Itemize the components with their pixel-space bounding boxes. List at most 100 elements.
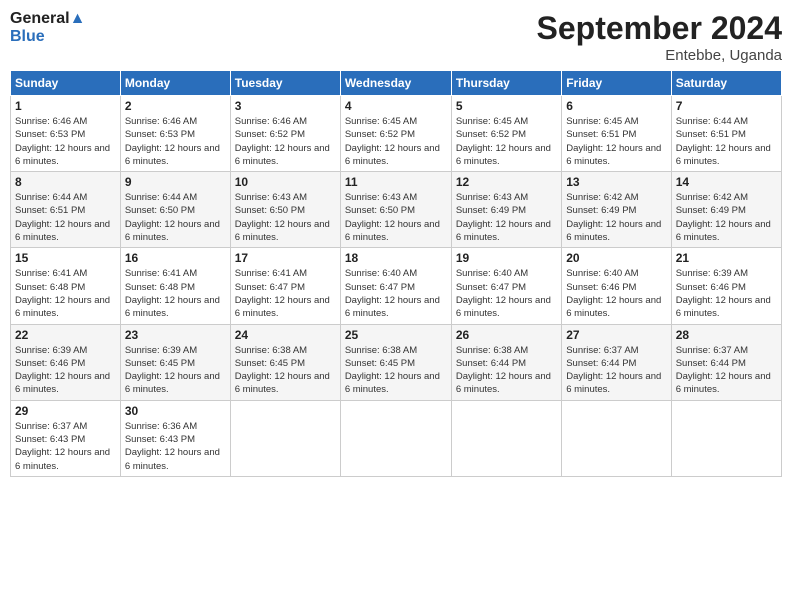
day-number: 5 xyxy=(456,99,557,113)
col-monday: Monday xyxy=(120,71,230,96)
calendar-day-cell: 23 Sunrise: 6:39 AM Sunset: 6:45 PM Dayl… xyxy=(120,324,230,400)
col-tuesday: Tuesday xyxy=(230,71,340,96)
calendar-day-cell: 15 Sunrise: 6:41 AM Sunset: 6:48 PM Dayl… xyxy=(11,248,121,324)
empty-day-cell xyxy=(562,400,671,476)
day-info: Sunrise: 6:38 AM Sunset: 6:44 PM Dayligh… xyxy=(456,344,557,397)
calendar-day-cell: 17 Sunrise: 6:41 AM Sunset: 6:47 PM Dayl… xyxy=(230,248,340,324)
day-number: 23 xyxy=(125,328,226,342)
day-info: Sunrise: 6:43 AM Sunset: 6:50 PM Dayligh… xyxy=(345,191,447,244)
day-number: 15 xyxy=(15,251,116,265)
day-info: Sunrise: 6:45 AM Sunset: 6:51 PM Dayligh… xyxy=(566,115,666,168)
day-number: 1 xyxy=(15,99,116,113)
logo: General▲ Blue xyxy=(10,10,85,45)
day-info: Sunrise: 6:46 AM Sunset: 6:53 PM Dayligh… xyxy=(125,115,226,168)
day-info: Sunrise: 6:39 AM Sunset: 6:46 PM Dayligh… xyxy=(676,267,777,320)
calendar-day-cell: 20 Sunrise: 6:40 AM Sunset: 6:46 PM Dayl… xyxy=(562,248,671,324)
calendar-day-cell: 10 Sunrise: 6:43 AM Sunset: 6:50 PM Dayl… xyxy=(230,172,340,248)
day-number: 7 xyxy=(676,99,777,113)
day-number: 16 xyxy=(125,251,226,265)
day-info: Sunrise: 6:42 AM Sunset: 6:49 PM Dayligh… xyxy=(676,191,777,244)
calendar-week-row: 22 Sunrise: 6:39 AM Sunset: 6:46 PM Dayl… xyxy=(11,324,782,400)
day-info: Sunrise: 6:40 AM Sunset: 6:47 PM Dayligh… xyxy=(456,267,557,320)
day-info: Sunrise: 6:37 AM Sunset: 6:43 PM Dayligh… xyxy=(15,420,116,473)
day-number: 24 xyxy=(235,328,336,342)
day-number: 14 xyxy=(676,175,777,189)
day-number: 30 xyxy=(125,404,226,418)
day-info: Sunrise: 6:43 AM Sunset: 6:50 PM Dayligh… xyxy=(235,191,336,244)
day-info: Sunrise: 6:43 AM Sunset: 6:49 PM Dayligh… xyxy=(456,191,557,244)
day-number: 22 xyxy=(15,328,116,342)
calendar-week-row: 1 Sunrise: 6:46 AM Sunset: 6:53 PM Dayli… xyxy=(11,96,782,172)
day-info: Sunrise: 6:38 AM Sunset: 6:45 PM Dayligh… xyxy=(235,344,336,397)
month-title: September 2024 xyxy=(537,10,782,47)
day-info: Sunrise: 6:37 AM Sunset: 6:44 PM Dayligh… xyxy=(566,344,666,397)
calendar-day-cell: 3 Sunrise: 6:46 AM Sunset: 6:52 PM Dayli… xyxy=(230,96,340,172)
day-info: Sunrise: 6:41 AM Sunset: 6:48 PM Dayligh… xyxy=(15,267,116,320)
calendar-day-cell: 8 Sunrise: 6:44 AM Sunset: 6:51 PM Dayli… xyxy=(11,172,121,248)
calendar-day-cell: 29 Sunrise: 6:37 AM Sunset: 6:43 PM Dayl… xyxy=(11,400,121,476)
day-number: 13 xyxy=(566,175,666,189)
day-info: Sunrise: 6:41 AM Sunset: 6:48 PM Dayligh… xyxy=(125,267,226,320)
day-number: 19 xyxy=(456,251,557,265)
day-info: Sunrise: 6:44 AM Sunset: 6:51 PM Dayligh… xyxy=(676,115,777,168)
empty-day-cell xyxy=(340,400,451,476)
day-info: Sunrise: 6:45 AM Sunset: 6:52 PM Dayligh… xyxy=(345,115,447,168)
col-sunday: Sunday xyxy=(11,71,121,96)
header-row: Sunday Monday Tuesday Wednesday Thursday… xyxy=(11,71,782,96)
col-friday: Friday xyxy=(562,71,671,96)
day-number: 18 xyxy=(345,251,447,265)
calendar-day-cell: 14 Sunrise: 6:42 AM Sunset: 6:49 PM Dayl… xyxy=(671,172,781,248)
calendar-day-cell: 25 Sunrise: 6:38 AM Sunset: 6:45 PM Dayl… xyxy=(340,324,451,400)
calendar-day-cell: 4 Sunrise: 6:45 AM Sunset: 6:52 PM Dayli… xyxy=(340,96,451,172)
calendar-day-cell: 1 Sunrise: 6:46 AM Sunset: 6:53 PM Dayli… xyxy=(11,96,121,172)
day-number: 17 xyxy=(235,251,336,265)
day-info: Sunrise: 6:39 AM Sunset: 6:46 PM Dayligh… xyxy=(15,344,116,397)
day-number: 21 xyxy=(676,251,777,265)
calendar-week-row: 29 Sunrise: 6:37 AM Sunset: 6:43 PM Dayl… xyxy=(11,400,782,476)
day-number: 11 xyxy=(345,175,447,189)
day-number: 2 xyxy=(125,99,226,113)
empty-day-cell xyxy=(671,400,781,476)
day-info: Sunrise: 6:41 AM Sunset: 6:47 PM Dayligh… xyxy=(235,267,336,320)
calendar-day-cell: 11 Sunrise: 6:43 AM Sunset: 6:50 PM Dayl… xyxy=(340,172,451,248)
day-info: Sunrise: 6:37 AM Sunset: 6:44 PM Dayligh… xyxy=(676,344,777,397)
calendar-day-cell: 12 Sunrise: 6:43 AM Sunset: 6:49 PM Dayl… xyxy=(451,172,561,248)
calendar-day-cell: 26 Sunrise: 6:38 AM Sunset: 6:44 PM Dayl… xyxy=(451,324,561,400)
day-info: Sunrise: 6:44 AM Sunset: 6:51 PM Dayligh… xyxy=(15,191,116,244)
calendar-day-cell: 24 Sunrise: 6:38 AM Sunset: 6:45 PM Dayl… xyxy=(230,324,340,400)
day-number: 27 xyxy=(566,328,666,342)
calendar-week-row: 8 Sunrise: 6:44 AM Sunset: 6:51 PM Dayli… xyxy=(11,172,782,248)
calendar-day-cell: 5 Sunrise: 6:45 AM Sunset: 6:52 PM Dayli… xyxy=(451,96,561,172)
day-info: Sunrise: 6:39 AM Sunset: 6:45 PM Dayligh… xyxy=(125,344,226,397)
day-info: Sunrise: 6:36 AM Sunset: 6:43 PM Dayligh… xyxy=(125,420,226,473)
calendar-day-cell: 13 Sunrise: 6:42 AM Sunset: 6:49 PM Dayl… xyxy=(562,172,671,248)
day-info: Sunrise: 6:45 AM Sunset: 6:52 PM Dayligh… xyxy=(456,115,557,168)
day-number: 12 xyxy=(456,175,557,189)
calendar-day-cell: 22 Sunrise: 6:39 AM Sunset: 6:46 PM Dayl… xyxy=(11,324,121,400)
day-info: Sunrise: 6:42 AM Sunset: 6:49 PM Dayligh… xyxy=(566,191,666,244)
empty-day-cell xyxy=(451,400,561,476)
day-number: 29 xyxy=(15,404,116,418)
day-info: Sunrise: 6:46 AM Sunset: 6:53 PM Dayligh… xyxy=(15,115,116,168)
header: General▲ Blue September 2024 Entebbe, Ug… xyxy=(10,10,782,64)
day-number: 9 xyxy=(125,175,226,189)
day-number: 4 xyxy=(345,99,447,113)
calendar-table: Sunday Monday Tuesday Wednesday Thursday… xyxy=(10,70,782,477)
calendar-day-cell: 19 Sunrise: 6:40 AM Sunset: 6:47 PM Dayl… xyxy=(451,248,561,324)
calendar-day-cell: 28 Sunrise: 6:37 AM Sunset: 6:44 PM Dayl… xyxy=(671,324,781,400)
day-number: 3 xyxy=(235,99,336,113)
empty-day-cell xyxy=(230,400,340,476)
calendar-day-cell: 18 Sunrise: 6:40 AM Sunset: 6:47 PM Dayl… xyxy=(340,248,451,324)
day-number: 20 xyxy=(566,251,666,265)
calendar-day-cell: 7 Sunrise: 6:44 AM Sunset: 6:51 PM Dayli… xyxy=(671,96,781,172)
calendar-week-row: 15 Sunrise: 6:41 AM Sunset: 6:48 PM Dayl… xyxy=(11,248,782,324)
day-number: 25 xyxy=(345,328,447,342)
day-info: Sunrise: 6:40 AM Sunset: 6:47 PM Dayligh… xyxy=(345,267,447,320)
col-saturday: Saturday xyxy=(671,71,781,96)
day-info: Sunrise: 6:40 AM Sunset: 6:46 PM Dayligh… xyxy=(566,267,666,320)
day-number: 10 xyxy=(235,175,336,189)
day-number: 28 xyxy=(676,328,777,342)
day-info: Sunrise: 6:44 AM Sunset: 6:50 PM Dayligh… xyxy=(125,191,226,244)
calendar-day-cell: 16 Sunrise: 6:41 AM Sunset: 6:48 PM Dayl… xyxy=(120,248,230,324)
calendar-day-cell: 2 Sunrise: 6:46 AM Sunset: 6:53 PM Dayli… xyxy=(120,96,230,172)
